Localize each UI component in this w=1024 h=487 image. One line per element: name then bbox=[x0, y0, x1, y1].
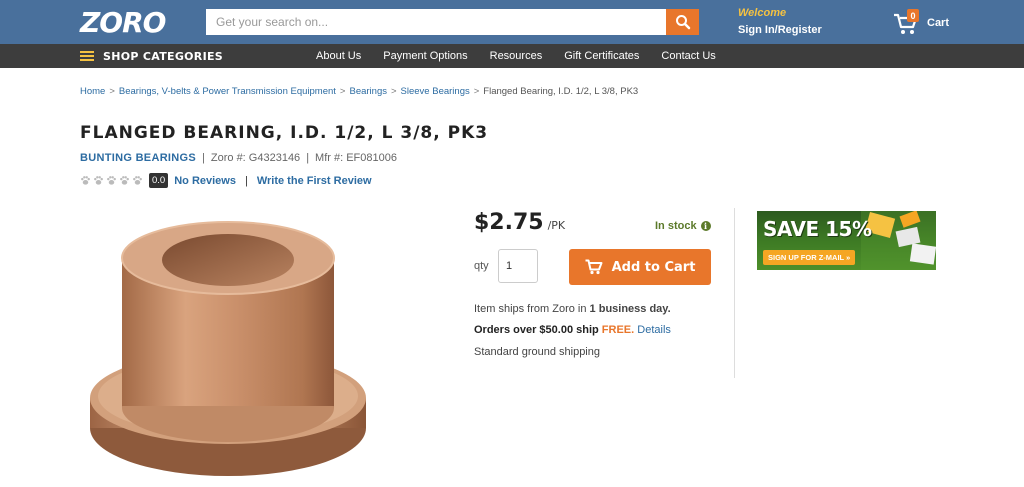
rating-paws bbox=[80, 175, 143, 186]
breadcrumb-separator: > bbox=[390, 86, 397, 97]
zoro-logo[interactable]: ZORO bbox=[80, 5, 168, 39]
ships-info: Item ships from Zoro in 1 business day. bbox=[474, 303, 671, 315]
nav-link-about-us[interactable]: About Us bbox=[305, 50, 372, 62]
free-label: FREE. bbox=[601, 324, 635, 336]
quantity-input[interactable] bbox=[498, 249, 538, 283]
envelope-art bbox=[861, 211, 936, 270]
product-title: FLANGED BEARING, I.D. 1/2, L 3/8, PK3 bbox=[80, 123, 489, 143]
shop-categories-menu[interactable]: SHOP CATEGORIES bbox=[80, 44, 223, 68]
price: $2.75/PK bbox=[474, 210, 565, 235]
ships-info-text: Item ships from Zoro in bbox=[474, 303, 590, 315]
add-to-cart-button[interactable]: Add to Cart bbox=[569, 249, 711, 285]
ships-info-days: 1 business day. bbox=[589, 303, 671, 315]
welcome-text: Welcome bbox=[738, 7, 787, 19]
nav-link-contact-us[interactable]: Contact Us bbox=[650, 50, 726, 62]
price-value: $2.75 bbox=[474, 210, 544, 235]
signin-link[interactable]: Sign In/Register bbox=[738, 24, 822, 36]
search-input[interactable] bbox=[206, 9, 666, 35]
search-icon bbox=[675, 15, 690, 30]
nav-link-gift-certificates[interactable]: Gift Certificates bbox=[553, 50, 650, 62]
cart-icon bbox=[585, 259, 603, 275]
breadcrumb-separator: > bbox=[339, 86, 346, 97]
cart-button[interactable]: 0 Cart bbox=[893, 9, 953, 37]
meta-separator: | bbox=[202, 152, 205, 164]
nav-link-resources[interactable]: Resources bbox=[479, 50, 554, 62]
promo-signup-link[interactable]: SIGN UP FOR Z-MAIL » bbox=[763, 250, 856, 265]
brand-link[interactable]: BUNTING BEARINGS bbox=[80, 152, 196, 164]
rating-row: 0.0 No Reviews | Write the First Review bbox=[80, 173, 372, 188]
review-separator: | bbox=[244, 174, 248, 187]
shop-categories-label: SHOP CATEGORIES bbox=[103, 49, 223, 63]
product-meta: BUNTING BEARINGS | Zoro #: G4323146 | Mf… bbox=[80, 152, 397, 164]
free-shipping-text: Orders over $50.00 ship bbox=[474, 324, 602, 336]
promo-title: SAVE 15% bbox=[763, 217, 872, 241]
top-header: ZORO Welcome Sign In/Register 0 Cart bbox=[0, 0, 1024, 44]
breadcrumb-bearings-vbelts[interactable]: Bearings, V-belts & Power Transmission E… bbox=[119, 86, 336, 97]
qty-label: qty bbox=[474, 260, 489, 272]
breadcrumb-sleeve-bearings[interactable]: Sleeve Bearings bbox=[401, 86, 470, 97]
paw-icon bbox=[120, 176, 129, 185]
mfr-sku: Mfr #: EF081006 bbox=[315, 152, 397, 164]
promo-banner[interactable]: SAVE 15% SIGN UP FOR Z-MAIL » bbox=[757, 211, 936, 270]
divider bbox=[734, 208, 735, 378]
breadcrumb-home[interactable]: Home bbox=[80, 86, 105, 97]
breadcrumb: Home > Bearings, V-belts & Power Transmi… bbox=[80, 86, 638, 97]
search-button[interactable] bbox=[666, 9, 699, 35]
main-nav: SHOP CATEGORIES About Us Payment Options… bbox=[0, 44, 1024, 68]
details-link[interactable]: Details bbox=[637, 324, 671, 336]
logo-text: ZORO bbox=[80, 5, 166, 39]
meta-separator: | bbox=[306, 152, 310, 164]
nav-links: About Us Payment Options Resources Gift … bbox=[305, 44, 727, 68]
paw-icon bbox=[81, 176, 90, 185]
paw-icon bbox=[94, 176, 103, 185]
breadcrumb-bearings[interactable]: Bearings bbox=[349, 86, 387, 97]
cart-count-badge: 0 bbox=[907, 9, 919, 22]
price-unit: /PK bbox=[547, 219, 566, 232]
stock-label: In stock bbox=[655, 220, 697, 232]
standard-shipping: Standard ground shipping bbox=[474, 346, 600, 358]
paw-icon bbox=[133, 176, 142, 185]
breadcrumb-separator: > bbox=[473, 86, 480, 97]
free-shipping-info: Orders over $50.00 ship FREE. Details bbox=[474, 324, 671, 336]
search-bar bbox=[206, 9, 699, 35]
breadcrumb-current: Flanged Bearing, I.D. 1/2, L 3/8, PK3 bbox=[483, 86, 639, 97]
cart-label: Cart bbox=[927, 17, 950, 29]
write-review-link[interactable]: Write the First Review bbox=[257, 175, 372, 187]
add-to-cart-label: Add to Cart bbox=[611, 259, 696, 275]
zoro-sku: Zoro #: G4323146 bbox=[210, 152, 301, 164]
hamburger-icon bbox=[80, 51, 94, 61]
no-reviews-link[interactable]: No Reviews bbox=[174, 175, 236, 187]
info-icon[interactable]: i bbox=[700, 221, 711, 231]
paw-icon bbox=[107, 176, 116, 185]
stock-status: In stock i bbox=[655, 220, 711, 232]
breadcrumb-separator: > bbox=[109, 86, 115, 97]
product-image[interactable] bbox=[82, 218, 382, 487]
nav-link-payment-options[interactable]: Payment Options bbox=[372, 50, 478, 62]
rating-score: 0.0 bbox=[149, 173, 169, 188]
